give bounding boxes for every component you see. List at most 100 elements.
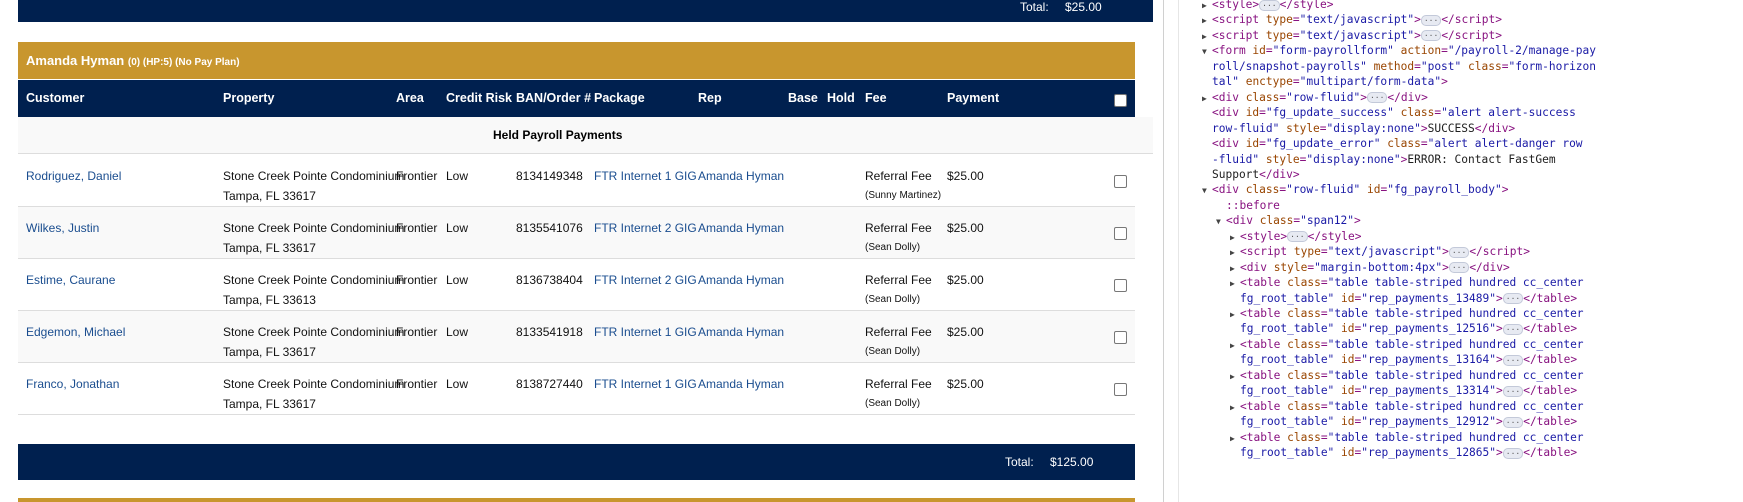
property-name: Stone Creek Pointe Condominium — [223, 325, 405, 339]
col-fee[interactable]: Fee — [865, 91, 887, 105]
table-row: Estime, Caurane Stone Creek Pointe Condom… — [18, 259, 1135, 311]
rep-header[interactable]: Amanda Hyman (0) (HP:5) (No Pay Plan) — [18, 42, 1135, 79]
dom-node-line[interactable]: tal" enctype="multipart/form-data"> — [1202, 73, 1448, 90]
table-row: Rodriguez, Daniel Stone Creek Pointe Cond… — [18, 155, 1135, 207]
property-cell: Stone Creek Pointe Condominium Tampa, FL … — [223, 322, 404, 362]
dom-node-markup: <style> ··· </style> — [1212, 0, 1334, 11]
fee-referrer: (Sean Dolly) — [865, 242, 921, 253]
credit-risk-cell: Low — [446, 325, 469, 339]
row-checkbox[interactable] — [1114, 331, 1127, 344]
dom-node-markup: <div class="row-fluid" id="fg_payroll_bo… — [1212, 183, 1509, 197]
payment-cell: $25.00 — [947, 169, 984, 183]
dom-node-markup: <script type="text/javascript"> ··· </scri… — [1212, 28, 1502, 42]
package-link[interactable]: FTR Internet 1 GIG — [594, 166, 697, 186]
customer-link[interactable]: Wilkes, Justin — [26, 218, 99, 238]
table-row: Franco, Jonathan Stone Creek Pointe Condo… — [18, 363, 1135, 415]
ban-cell: 8136738404 — [516, 273, 583, 287]
credit-risk-cell: Low — [446, 273, 469, 287]
col-credit-risk[interactable]: Credit Risk — [446, 91, 512, 105]
dom-node-markup: ::before — [1226, 198, 1280, 212]
credit-risk-cell: Low — [446, 377, 469, 391]
payment-cell: $25.00 — [947, 221, 984, 235]
ban-cell: 8133541918 — [516, 325, 583, 339]
dom-node-line[interactable]: fg_root_table" id="rep_payments_13489"> ·… — [1230, 290, 1577, 307]
previous-total-bar: Total: $25.00 — [18, 0, 1153, 22]
dom-node-line[interactable]: roll/snapshot-payrolls" method="post" cl… — [1202, 58, 1596, 75]
dom-node-markup: <div class="span12"> — [1226, 214, 1361, 228]
held-payments-heading: Held Payroll Payments — [18, 117, 1153, 154]
row-checkbox[interactable] — [1114, 227, 1127, 240]
dom-node-markup: <div class="row-fluid"> ··· </div> — [1212, 90, 1428, 104]
payroll-panel: Total: $25.00 Amanda Hyman (0) (HP:5) (N… — [0, 0, 1163, 502]
col-base[interactable]: Base — [788, 91, 818, 105]
property-city: Tampa, FL 33617 — [223, 397, 316, 411]
select-all-checkbox[interactable] — [1114, 94, 1127, 107]
fee-referrer: (Sean Dolly) — [865, 346, 921, 357]
col-rep[interactable]: Rep — [698, 91, 722, 105]
property-cell: Stone Creek Pointe Condominium Tampa, FL … — [223, 270, 404, 310]
property-cell: Stone Creek Pointe Condominium Tampa, FL … — [223, 218, 404, 258]
row-checkbox[interactable] — [1114, 279, 1127, 292]
dom-node-line[interactable]: <div id="fg_update_error" class="alert a… — [1202, 135, 1583, 152]
col-property[interactable]: Property — [223, 91, 274, 105]
dom-node-line[interactable]: fg_root_table" id="rep_payments_12865"> ·… — [1230, 444, 1577, 461]
dom-node-markup: row-fluid" style="display:none">SUCCESS<… — [1212, 121, 1516, 135]
fee-type: Referral Fee — [865, 169, 932, 183]
dom-node-markup: fg_root_table" id="rep_payments_12912"> ·… — [1240, 415, 1578, 429]
dom-node-line[interactable]: <div id="fg_update_success" class="alert… — [1202, 104, 1576, 121]
ban-cell: 8134149348 — [516, 169, 583, 183]
col-area[interactable]: Area — [396, 91, 424, 105]
fee-type: Referral Fee — [865, 273, 932, 287]
total-label: Total: — [1005, 455, 1034, 469]
rep-link[interactable]: Amanda Hyman — [698, 374, 784, 394]
dom-node-markup: fg_root_table" id="rep_payments_13489"> ·… — [1240, 291, 1578, 305]
customer-link[interactable]: Rodriguez, Daniel — [26, 166, 121, 186]
package-link[interactable]: FTR Internet 2 GIG — [594, 218, 697, 238]
dom-node-markup: <div id="fg_update_success" class="alert… — [1212, 106, 1576, 120]
dom-node-markup: roll/snapshot-payrolls" method="post" cl… — [1212, 59, 1597, 73]
dom-node-markup: fg_root_table" id="rep_payments_13314"> ·… — [1240, 384, 1578, 398]
rep-link[interactable]: Amanda Hyman — [698, 270, 784, 290]
table-row: Wilkes, Justin Stone Creek Pointe Condomi… — [18, 207, 1135, 259]
package-link[interactable]: FTR Internet 1 GIG — [594, 322, 697, 342]
package-link[interactable]: FTR Internet 2 GIG — [594, 270, 697, 290]
dom-node-markup: <table class="table table-striped hundre… — [1240, 337, 1584, 351]
collapse-triangle-icon[interactable]: ▼ — [1216, 213, 1226, 230]
devtools-elements-panel[interactable]: ▶ <style> ··· </style> ▶ <script type="text/j… — [1163, 0, 1743, 502]
dom-node-line[interactable]: fg_root_table" id="rep_payments_13164"> ·… — [1230, 351, 1577, 368]
dom-node-line[interactable]: fg_root_table" id="rep_payments_13314"> ·… — [1230, 382, 1577, 399]
dom-node-line[interactable]: fg_root_table" id="rep_payments_12516"> ·… — [1230, 320, 1577, 337]
package-link[interactable]: FTR Internet 1 GIG — [594, 374, 697, 394]
ban-cell: 8135541076 — [516, 221, 583, 235]
customer-link[interactable]: Franco, Jonathan — [26, 374, 119, 394]
fee-cell: Referral Fee (Sean Dolly) — [865, 218, 932, 255]
dom-node-line[interactable]: fg_root_table" id="rep_payments_12912"> ·… — [1230, 413, 1577, 430]
area-cell: Frontier — [396, 325, 438, 339]
payment-cell: $25.00 — [947, 325, 984, 339]
property-city: Tampa, FL 33617 — [223, 345, 316, 359]
collapse-triangle-icon[interactable]: ▼ — [1202, 182, 1212, 199]
dom-node-line[interactable]: -fluid" style="display:none">ERROR: Cont… — [1202, 151, 1556, 168]
rep-link[interactable]: Amanda Hyman — [698, 322, 784, 342]
next-rep-header[interactable] — [18, 498, 1135, 502]
row-checkbox[interactable] — [1114, 383, 1127, 396]
dom-node-markup: fg_root_table" id="rep_payments_12516"> ·… — [1240, 322, 1578, 336]
dom-node-markup: Support</div> — [1212, 167, 1300, 181]
rep-name: Amanda Hyman — [26, 53, 125, 68]
col-ban[interactable]: BAN/Order # — [516, 91, 591, 105]
customer-link[interactable]: Estime, Caurane — [26, 270, 115, 290]
col-hold[interactable]: Hold — [827, 91, 855, 105]
row-checkbox[interactable] — [1114, 175, 1127, 188]
col-payment[interactable]: Payment — [947, 91, 999, 105]
fee-cell: Referral Fee (Sunny Martinez) — [865, 166, 941, 203]
fee-cell: Referral Fee (Sean Dolly) — [865, 374, 932, 411]
dom-node-line[interactable]: ::before — [1216, 197, 1280, 214]
col-package[interactable]: Package — [594, 91, 645, 105]
customer-link[interactable]: Edgemon, Michael — [26, 322, 125, 342]
col-customer[interactable]: Customer — [26, 91, 84, 105]
ban-cell: 8138727440 — [516, 377, 583, 391]
dom-node-line[interactable]: Support</div> — [1202, 166, 1300, 183]
rep-link[interactable]: Amanda Hyman — [698, 218, 784, 238]
rep-link[interactable]: Amanda Hyman — [698, 166, 784, 186]
dom-node-line[interactable]: row-fluid" style="display:none">SUCCESS<… — [1202, 120, 1515, 137]
